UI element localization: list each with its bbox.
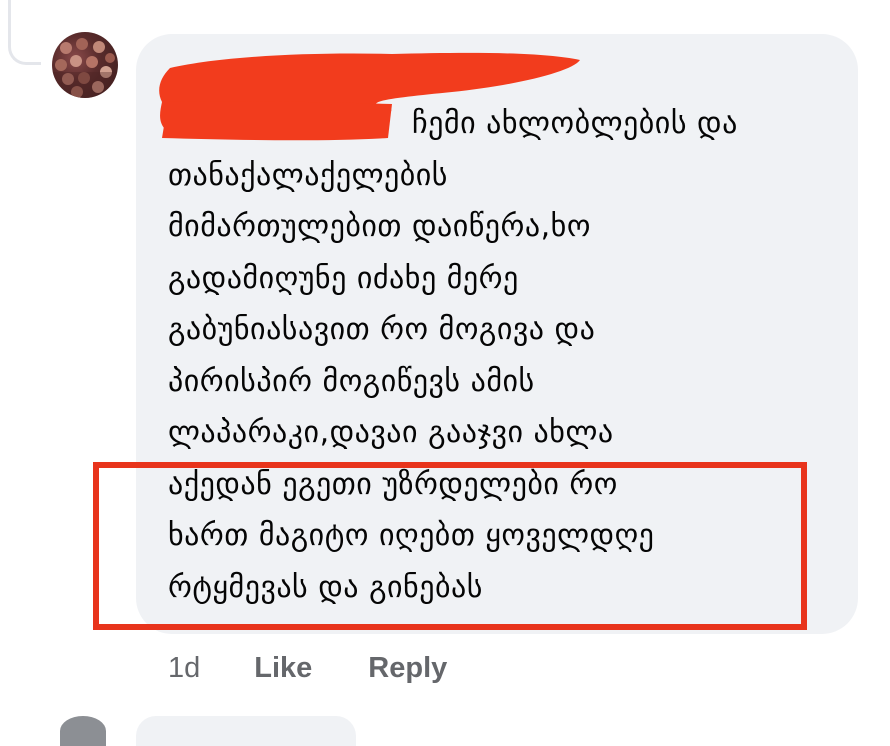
- comment-line: პირისპირ მოგიწევს ამის: [168, 363, 535, 399]
- next-commenter-avatar[interactable]: [60, 716, 106, 746]
- comment-line: გადამიღუნე იძახე მერე: [168, 260, 519, 296]
- comment-line: გაბუნიასავით რო მოგივა და: [168, 312, 596, 347]
- comment-line: თანაქალაქელების: [168, 157, 448, 193]
- comment-timestamp[interactable]: 1d: [168, 652, 200, 685]
- commenter-avatar[interactable]: [52, 32, 118, 98]
- comment-line: ჩემი ახლობლების და: [412, 106, 738, 141]
- next-comment-bubble: [136, 716, 356, 746]
- comment-line: მიმართულებით დაიწერა,ხო: [168, 209, 591, 244]
- comment-actions: 1d Like Reply: [168, 646, 447, 690]
- reply-button[interactable]: Reply: [368, 652, 447, 685]
- like-button[interactable]: Like: [254, 652, 312, 685]
- thread-connector-line: [8, 0, 41, 65]
- highlight-annotation-box: [93, 462, 807, 630]
- comment-line: ლაპარაკი,დავაი გააჯვი ახლა: [168, 415, 614, 450]
